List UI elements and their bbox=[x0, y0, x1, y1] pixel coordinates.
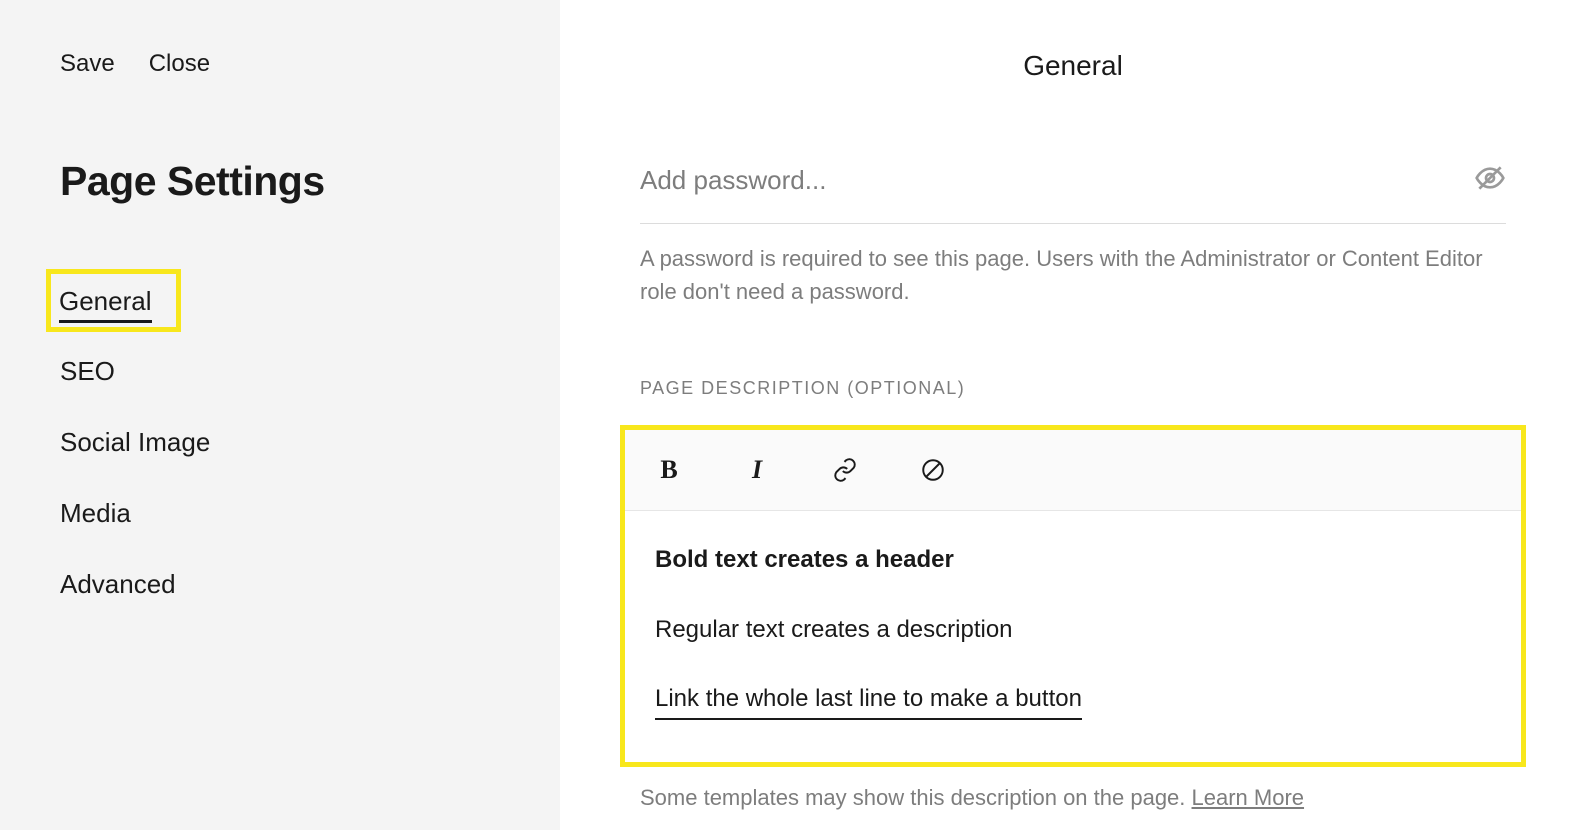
nav-item-general[interactable]: General bbox=[46, 269, 181, 332]
nav-item-advanced[interactable]: Advanced bbox=[60, 569, 176, 600]
clear-formatting-icon[interactable] bbox=[919, 456, 947, 484]
sidebar: Save Close Page Settings General SEO Soc… bbox=[0, 0, 560, 830]
sidebar-nav: General SEO Social Image Media Advanced bbox=[60, 285, 500, 600]
description-footer-text: Some templates may show this description… bbox=[640, 785, 1506, 811]
sidebar-actions: Save Close bbox=[60, 50, 500, 78]
editor-line-bold: Bold text creates a header bbox=[655, 543, 1491, 577]
footer-pre-text: Some templates may show this description… bbox=[640, 785, 1192, 810]
nav-item-label: Media bbox=[60, 498, 131, 528]
nav-item-label: Social Image bbox=[60, 427, 210, 457]
main-panel: General A password is required to see th… bbox=[560, 0, 1586, 830]
password-row bbox=[640, 162, 1506, 224]
nav-item-label: General bbox=[59, 286, 152, 323]
description-editor: B I Bold text creates a header Regular t… bbox=[620, 425, 1526, 767]
nav-item-label: Advanced bbox=[60, 569, 176, 599]
editor-line-link: Link the whole last line to make a butto… bbox=[655, 682, 1082, 720]
nav-item-social-image[interactable]: Social Image bbox=[60, 427, 210, 458]
editor-content[interactable]: Bold text creates a header Regular text … bbox=[625, 511, 1521, 762]
editor-line-regular: Regular text creates a description bbox=[655, 613, 1491, 647]
nav-item-seo[interactable]: SEO bbox=[60, 356, 115, 387]
learn-more-link[interactable]: Learn More bbox=[1192, 785, 1305, 810]
password-input[interactable] bbox=[640, 165, 1474, 196]
description-section-label: PAGE DESCRIPTION (OPTIONAL) bbox=[640, 378, 1506, 399]
nav-item-media[interactable]: Media bbox=[60, 498, 131, 529]
bold-button[interactable]: B bbox=[655, 456, 683, 484]
password-helper-text: A password is required to see this page.… bbox=[640, 242, 1506, 308]
link-icon[interactable] bbox=[831, 456, 859, 484]
italic-button[interactable]: I bbox=[743, 456, 771, 484]
main-header: General bbox=[640, 50, 1506, 82]
sidebar-title: Page Settings bbox=[60, 158, 500, 205]
save-button[interactable]: Save bbox=[60, 50, 115, 78]
visibility-off-icon[interactable] bbox=[1474, 162, 1506, 199]
nav-item-label: SEO bbox=[60, 356, 115, 386]
editor-toolbar: B I bbox=[625, 430, 1521, 511]
close-button[interactable]: Close bbox=[149, 50, 210, 78]
